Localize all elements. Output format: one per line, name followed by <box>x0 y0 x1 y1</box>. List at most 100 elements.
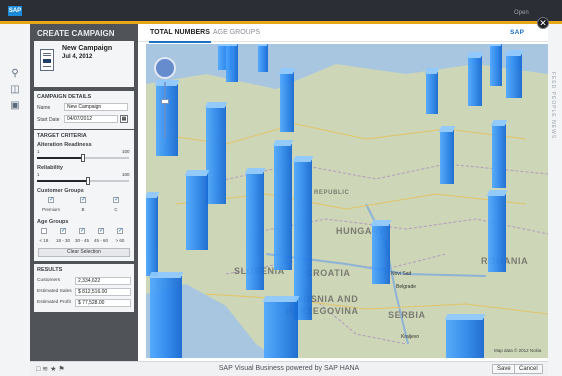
alteration-label: Alteration Readiness <box>37 142 92 148</box>
data-bar[interactable] <box>488 194 506 272</box>
campaign-date: Jul 4, 2012 <box>62 54 93 60</box>
start-date-label: Start Date <box>37 117 60 123</box>
alteration-slider-thumb[interactable] <box>81 154 85 162</box>
sap-logo: SAP <box>510 29 525 36</box>
data-bar[interactable] <box>146 196 158 276</box>
data-bar[interactable] <box>206 106 226 204</box>
age-group-checkbox[interactable]: ✓ <box>79 228 85 234</box>
target-header: TARGET CRITERIA <box>37 133 87 139</box>
customer-group-checkbox[interactable]: ✓ <box>48 197 54 203</box>
data-bar[interactable] <box>246 172 264 290</box>
tab-age-groups[interactable]: AGE GROUPS <box>213 29 260 36</box>
customer-groups-label: Customer Groups <box>37 188 84 194</box>
close-icon[interactable]: ✕ <box>537 17 549 29</box>
results-section: RESULTS Customers 2,334,622 Estimated Sa… <box>34 264 134 312</box>
data-bar[interactable] <box>274 144 292 270</box>
map-view[interactable]: REPUBLIC HUNGARY SLOVENIA CROATIA ROMANI… <box>146 44 548 358</box>
data-bar[interactable] <box>186 174 208 250</box>
reliability-max: 100 <box>122 172 130 177</box>
reliability-slider-thumb[interactable] <box>85 177 90 185</box>
city-label: Kraljevo <box>401 334 420 340</box>
campaign-panel: CREATE CAMPAIGN New Campaign Jul 4, 2012… <box>30 24 138 361</box>
zoom-slider-knob[interactable] <box>161 99 169 104</box>
data-bar[interactable] <box>426 72 438 114</box>
data-bar[interactable] <box>372 224 390 284</box>
pan-control[interactable] <box>154 57 176 79</box>
cancel-button[interactable]: Cancel <box>514 364 543 374</box>
customer-group-label: Premium <box>41 207 60 212</box>
campaign-card: New Campaign Jul 4, 2012 <box>34 41 134 87</box>
customer-group-label: B <box>81 207 85 212</box>
left-rail: ⚲ ◫ ▣ <box>0 24 30 376</box>
clear-selection-button[interactable]: Clear Selection <box>38 248 130 257</box>
zoom-slider[interactable] <box>164 82 166 138</box>
chat-icon[interactable]: ▣ <box>9 100 21 112</box>
sap-badge: SAP <box>8 6 22 16</box>
map-label: CROATIA <box>306 268 351 278</box>
alteration-max: 100 <box>122 149 130 154</box>
data-bar[interactable] <box>156 84 178 156</box>
customer-group-label: C <box>114 207 118 212</box>
result-value: $ 77,528.00 <box>75 299 131 307</box>
alteration-slider-fill <box>37 157 83 159</box>
data-bar[interactable] <box>150 276 182 358</box>
results-row: Estimated Sales $ 812,516.00 <box>37 288 131 296</box>
age-group-label: > 60 <box>115 238 125 243</box>
search-icon[interactable]: ⚲ <box>9 68 21 80</box>
active-tab-indicator <box>149 41 211 43</box>
screen: SAP Open ⚲ ◫ ▣ FEED PEOPLE NEWS CREATE C… <box>0 0 562 376</box>
data-bar[interactable] <box>440 130 454 184</box>
alteration-min: 1 <box>37 149 40 154</box>
data-bar[interactable] <box>506 54 522 98</box>
save-button[interactable]: Save <box>492 364 516 374</box>
details-header: CAMPAIGN DETAILS <box>37 94 92 100</box>
result-key: Customers <box>37 278 61 283</box>
age-group-checkbox[interactable]: ✓ <box>60 228 66 234</box>
name-label: Name <box>37 105 51 111</box>
age-group-label: 45 - 60 <box>93 238 108 243</box>
open-link[interactable]: Open <box>514 10 529 16</box>
data-bar[interactable] <box>492 124 506 188</box>
age-group-checkbox[interactable]: ✓ <box>98 228 104 234</box>
map-label: REPUBLIC <box>314 190 350 196</box>
tab-total-numbers[interactable]: TOTAL NUMBERS <box>150 29 210 36</box>
data-bar[interactable] <box>226 44 238 82</box>
age-group-label: < 18 <box>39 238 49 243</box>
right-rail: FEED PEOPLE NEWS <box>548 24 562 376</box>
campaign-icon <box>40 49 54 71</box>
alteration-slider[interactable] <box>37 154 129 162</box>
result-key: Estimated Sales <box>37 289 72 294</box>
calendar-icon[interactable]: ▦ <box>120 115 128 123</box>
top-bar: SAP Open <box>0 0 562 24</box>
city-label: Belgrade <box>396 284 417 290</box>
name-input[interactable]: New Campaign <box>64 103 128 111</box>
map-copyright: Map data © 2012 Nokia <box>494 348 542 353</box>
result-value: $ 812,516.00 <box>75 288 131 296</box>
reliability-min: 1 <box>37 172 40 177</box>
age-group-checkbox[interactable] <box>41 228 47 234</box>
reliability-slider-fill <box>37 180 88 182</box>
document-icon[interactable]: ◫ <box>9 84 21 96</box>
campaign-details-section: CAMPAIGN DETAILS Name New Campaign Start… <box>34 91 134 129</box>
customer-group-checkbox[interactable]: ✓ <box>80 197 86 203</box>
data-bar[interactable] <box>280 72 294 132</box>
data-bar[interactable] <box>264 300 298 358</box>
reliability-label: Reliability <box>37 165 63 171</box>
reliability-slider[interactable] <box>37 177 129 185</box>
city-label: Novi Sad <box>391 271 412 277</box>
results-header: RESULTS <box>37 267 63 273</box>
start-date-input[interactable]: 04/07/2012 <box>64 115 118 123</box>
map-label: SERBIA <box>388 310 426 320</box>
right-rail-label[interactable]: FEED PEOPLE NEWS <box>550 72 556 139</box>
data-bar[interactable] <box>490 44 502 86</box>
data-bar[interactable] <box>468 56 482 106</box>
customer-group-checkbox[interactable]: ✓ <box>113 197 119 203</box>
create-campaign-dialog: CREATE CAMPAIGN New Campaign Jul 4, 2012… <box>30 24 548 376</box>
age-group-label: 30 - 45 <box>74 238 89 243</box>
target-criteria-section: TARGET CRITERIA Alteration Readiness 1 1… <box>34 130 134 261</box>
age-group-checkbox[interactable]: ✓ <box>117 228 123 234</box>
result-value: 2,334,622 <box>75 277 131 285</box>
dialog-footer: □≋★⚑ SAP Visual Business powered by SAP … <box>30 361 548 376</box>
data-bar[interactable] <box>446 318 484 358</box>
data-bar[interactable] <box>258 44 268 72</box>
